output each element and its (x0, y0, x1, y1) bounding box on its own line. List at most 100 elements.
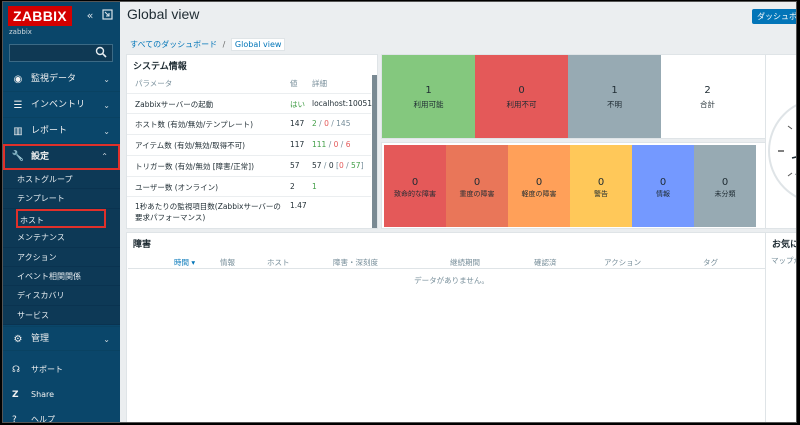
table-row: Zabbixサーバーの起動 はい localhost:10051 (127, 93, 372, 113)
main-content: Global view ダッシュボード すべてのダッシュボード / Global… (120, 2, 796, 422)
clock-widget (765, 54, 796, 229)
param-cell: ホスト数 (有効/無効/テンプレート) (135, 120, 254, 129)
table-row: ユーザー数 (オンライン) 2 1 (127, 176, 371, 196)
logo-row: ZABBIX « (7, 6, 117, 26)
submenu-host-groups[interactable]: ホストグループ (3, 170, 120, 190)
config-submenu: ホストグループ テンプレート ホスト メンテナンス アクション イベント相関関係… (3, 170, 120, 326)
sidebar-item-configuration[interactable]: 🔧 設定 ⌃ (3, 144, 120, 170)
param-cell: 1秒あたりの監視項目数(Zabbixサーバーの要求パフォーマンス) (135, 202, 281, 222)
sidebar-item-label: 監視データ (31, 74, 77, 84)
sidebar: ZABBIX « zabbix ◉ 監視データ ⌄ ☰ インベントリ ⌄ ▥ レ… (3, 2, 120, 423)
sidebar-item-label: 管理 (31, 334, 50, 344)
severity-information-cell[interactable]: 0 情報 (632, 145, 694, 227)
host-unknown-cell[interactable]: 1 不明 (568, 55, 661, 138)
widget-title: 障害 (133, 240, 152, 250)
sidebar-item-label: 設定 (31, 152, 50, 162)
sidebar-item-label: Share (31, 390, 55, 399)
sidebar-item-share[interactable]: Z Share (3, 383, 120, 407)
column-header-time[interactable]: 時間 ▾ (174, 257, 195, 268)
label: 合計 (700, 100, 715, 109)
submenu-templates[interactable]: テンプレート (3, 189, 120, 209)
value-cell: 117 (290, 140, 305, 149)
chevron-down-icon: ⌄ (103, 101, 110, 110)
value-cell: 1.47 (290, 201, 307, 210)
no-data-message: データがありません。 (414, 276, 489, 285)
severity-warning-cell[interactable]: 0 警告 (570, 145, 632, 227)
breadcrumb-separator: / (222, 40, 226, 49)
breadcrumb: すべてのダッシュボード / Global view (130, 38, 286, 51)
sidebar-item-label: サポート (31, 365, 63, 374)
submenu-discovery[interactable]: ディスカバリ (3, 286, 120, 306)
column-header-actions: アクション (604, 258, 642, 267)
detail-cell: 1 (312, 182, 317, 191)
widget-title: システム情報 (133, 62, 187, 72)
submenu-event-correlation[interactable]: イベント相関関係 (3, 267, 120, 287)
column-header-problem-severity: 障害・深刻度 (333, 258, 378, 267)
table-row: 1秒あたりの監視項目数(Zabbixサーバーの要求パフォーマンス) 1.47 (127, 196, 371, 228)
label: 利用可能 (413, 100, 444, 109)
sidebar-item-help[interactable]: ? ヘルプ (3, 408, 120, 423)
share-icon: Z (12, 390, 19, 400)
system-info-widget: システム情報 パラメータ 値 詳細 Zabbixサーバーの起動 はい local… (126, 54, 378, 229)
value-cell: 147 (290, 119, 305, 128)
breadcrumb-all-dashboards[interactable]: すべてのダッシュボード (130, 40, 217, 49)
param-cell: アイテム数 (有効/無効/取得不可) (135, 141, 246, 150)
table-row: トリガー数 (有効/無効 [障害/正常]) 57 57 / 0 [0 / 57] (127, 155, 371, 176)
value-cell: 2 (290, 182, 295, 191)
sidebar-item-administration[interactable]: ⚙ 管理 ⌄ (3, 326, 120, 351)
count: 0 (518, 85, 525, 96)
count: 1 (611, 85, 618, 96)
submenu-services[interactable]: サービス (3, 306, 120, 326)
label: 軽度の障害 (521, 190, 557, 198)
bar-chart-icon: ▥ (13, 126, 23, 137)
count: 0 (659, 177, 667, 188)
problems-table-header: 時間 ▾ 情報 ホスト 障害・深刻度 継続期間 確認済 アクション タグ (128, 254, 776, 269)
favorite-maps-widget: お気に入りのマップ マップが追加されていません。 (765, 232, 796, 422)
severity-high-cell[interactable]: 0 重度の障害 (446, 145, 508, 227)
submenu-actions[interactable]: アクション (3, 248, 120, 267)
severity-not-classified-cell[interactable]: 0 未分類 (694, 145, 756, 227)
kiosk-mode-icon[interactable] (100, 9, 114, 23)
count: 0 (721, 177, 729, 188)
severity-disaster-cell[interactable]: 0 致命的な障害 (384, 145, 446, 227)
sidebar-item-support[interactable]: ☊ サポート (3, 358, 120, 382)
param-cell: ユーザー数 (オンライン) (135, 183, 219, 192)
scrollbar[interactable] (372, 75, 377, 228)
detail-cell: 57 / 0 [0 / 57] (312, 161, 364, 170)
host-total-cell[interactable]: 2 合計 (661, 55, 754, 138)
host-available-cell[interactable]: 1 利用可能 (382, 55, 475, 138)
sidebar-item-reports[interactable]: ▥ レポート ⌄ (3, 119, 120, 144)
server-name: zabbix (9, 28, 32, 36)
label: 重度の障害 (459, 190, 495, 198)
column-header-info: 情報 (220, 258, 235, 267)
column-header-tags: タグ (703, 258, 718, 267)
collapse-sidebar-icon[interactable]: « (83, 9, 97, 23)
zabbix-logo[interactable]: ZABBIX (8, 6, 72, 26)
app-window: ZABBIX « zabbix ◉ 監視データ ⌄ ☰ インベントリ ⌄ ▥ レ… (2, 1, 797, 423)
chevron-down-icon: ⌄ (103, 75, 110, 84)
label: 未分類 (714, 190, 736, 198)
column-header-value: 値 (290, 79, 298, 88)
list-icon: ☰ (13, 100, 23, 111)
detail-cell: 111 / 0 / 6 (312, 140, 351, 149)
host-unavailable-cell[interactable]: 0 利用不可 (475, 55, 568, 138)
value-cell: はい (290, 100, 305, 109)
param-cell: Zabbixサーバーの起動 (135, 100, 214, 109)
column-header-ack: 確認済 (534, 258, 557, 267)
submenu-hosts[interactable]: ホスト (16, 208, 106, 229)
sidebar-item-inventory[interactable]: ☰ インベントリ ⌄ (3, 93, 120, 118)
count: 0 (411, 177, 419, 188)
sidebar-item-monitoring[interactable]: ◉ 監視データ ⌄ (3, 67, 120, 92)
count: 2 (704, 85, 711, 96)
host-availability-widget: 1 利用可能 0 利用不可 1 不明 2 合計 (381, 54, 777, 139)
search-icon[interactable] (95, 46, 109, 60)
search-input[interactable] (9, 44, 113, 62)
dashboard-button[interactable]: ダッシュボード (752, 9, 796, 24)
severity-average-cell[interactable]: 0 軽度の障害 (508, 145, 570, 227)
favorites-empty-text: マップが追加されていません。 (771, 256, 796, 265)
submenu-maintenance[interactable]: メンテナンス (3, 228, 120, 248)
breadcrumb-current[interactable]: Global view (230, 38, 286, 51)
column-header-duration: 継続期間 (450, 258, 480, 267)
help-icon: ? (12, 415, 17, 423)
sidebar-item-label: ヘルプ (31, 415, 55, 423)
